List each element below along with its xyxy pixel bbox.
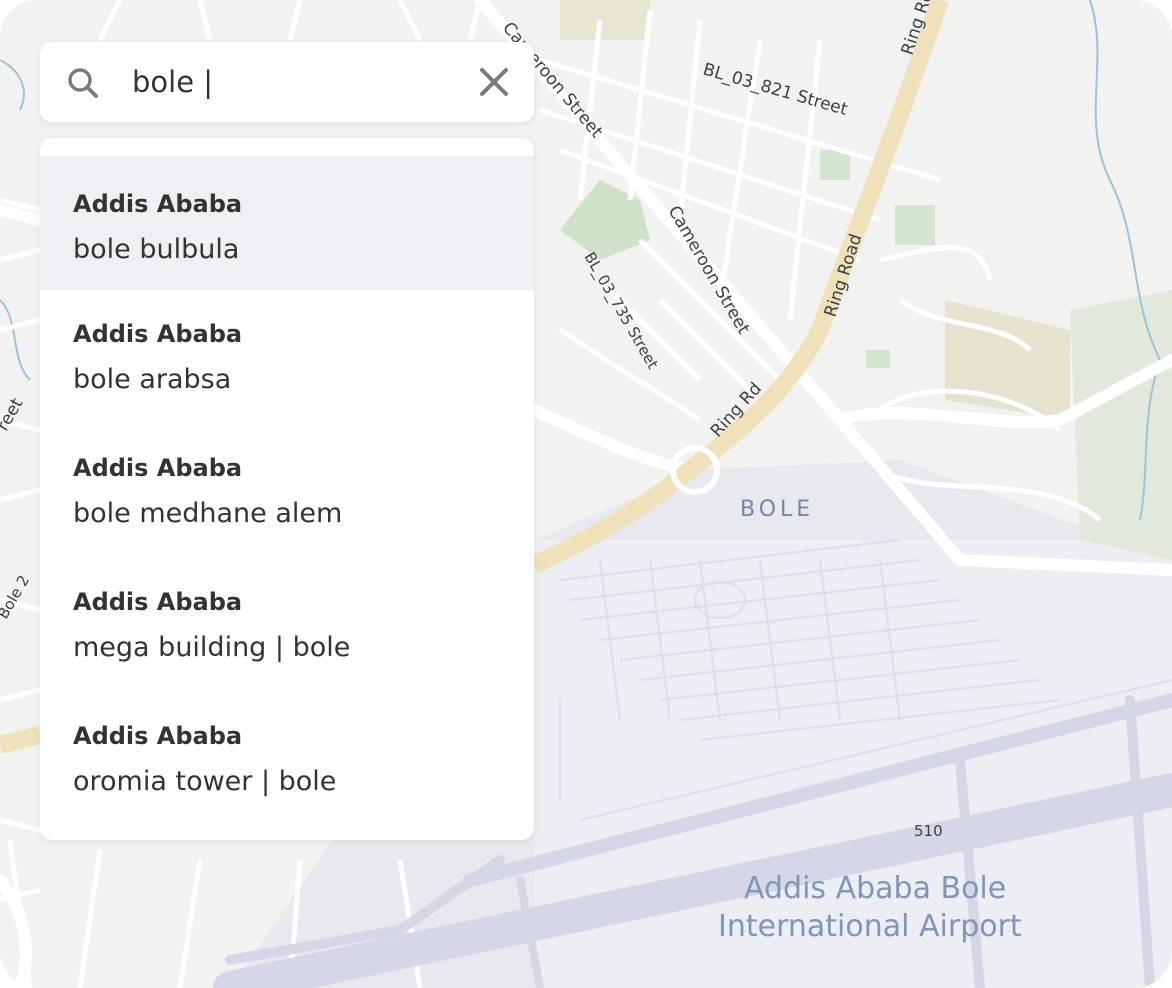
result-place: oromia tower | bole xyxy=(73,766,337,797)
result-city: Addis Ababa xyxy=(73,588,243,616)
result-city: Addis Ababa xyxy=(73,320,243,348)
search-icon[interactable] xyxy=(66,66,100,100)
result-place: mega building | bole xyxy=(73,632,351,663)
map-label-airport: International Airport xyxy=(718,909,1022,944)
result-city: Addis Ababa xyxy=(73,190,243,218)
map-frame[interactable]: BL_03_821 Street Cameroon Street Cameroo… xyxy=(0,0,1172,988)
close-icon[interactable] xyxy=(476,64,512,100)
map-label-district: BOLE xyxy=(740,497,814,522)
search-result-item[interactable]: Addis Ababa mega building | bole xyxy=(40,558,534,692)
search-results-list: Addis Ababa bole bulbula Addis Ababa bol… xyxy=(40,138,534,840)
search-input[interactable] xyxy=(132,62,462,102)
search-result-item[interactable]: Addis Ababa oromia tower | bole xyxy=(40,692,534,826)
search-result-item[interactable]: Addis Ababa bole medhane alem xyxy=(40,424,534,558)
result-place: bole bulbula xyxy=(73,234,240,265)
result-place: bole medhane alem xyxy=(73,498,343,529)
map-label-airport: Addis Ababa Bole xyxy=(744,871,1006,906)
search-result-item[interactable]: Addis Ababa bole arabsa xyxy=(40,290,534,424)
result-city: Addis Ababa xyxy=(73,454,243,482)
map-label-road-number: 510 xyxy=(914,822,943,840)
result-place: bole arabsa xyxy=(73,364,232,395)
search-result-item[interactable]: Addis Ababa bole bulbula xyxy=(40,156,534,290)
result-city: Addis Ababa xyxy=(73,722,243,750)
